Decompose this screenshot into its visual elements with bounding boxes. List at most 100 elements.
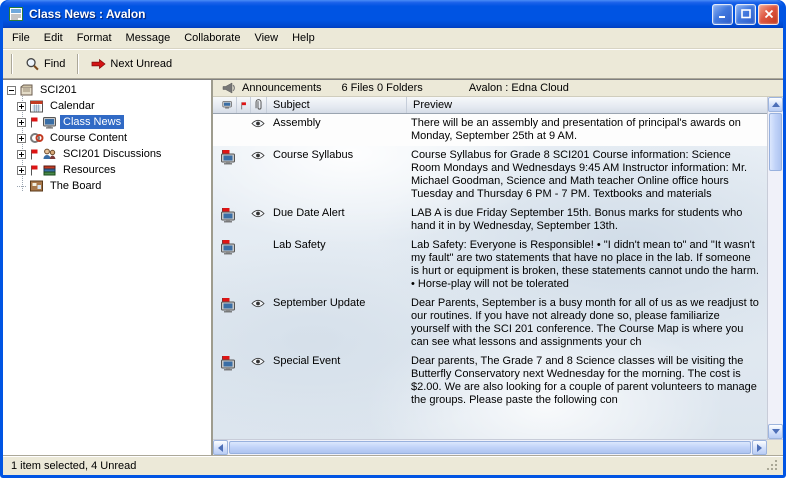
container-icon [19, 83, 34, 97]
unread-flag-icon [29, 148, 39, 160]
message-subject: Due Date Alert [267, 206, 407, 219]
app-window: Class News : Avalon File Edit Format Mes… [0, 0, 786, 478]
column-flag[interactable] [237, 97, 251, 113]
expand-icon[interactable] [17, 166, 26, 175]
column-subject[interactable]: Subject [267, 97, 407, 113]
message-row-lab-safety[interactable]: Lab Safety Lab Safety: Everyone is Respo… [213, 236, 767, 294]
message-row-course-syllabus[interactable]: Course Syllabus Course Syllabus for Grad… [213, 146, 767, 204]
message-preview: LAB A is due Friday September 15th. Bonu… [407, 206, 765, 233]
message-row-due-date-alert[interactable]: Due Date Alert LAB A is due Friday Septe… [213, 204, 767, 236]
tree-item-label: Class News [60, 115, 124, 129]
unread-message-icon [219, 238, 251, 255]
resize-grip[interactable] [766, 459, 779, 472]
eye-icon [251, 148, 267, 160]
toolbar-separator [11, 54, 13, 74]
message-icon-empty [219, 116, 251, 117]
horizontal-scroll-thumb[interactable] [229, 441, 751, 454]
menu-format[interactable]: Format [70, 29, 119, 47]
content-panel: Announcements 6 Files 0 Folders Avalon :… [213, 80, 783, 455]
scrollbar-corner [767, 440, 783, 455]
tree-item-calendar[interactable]: Calendar [3, 98, 211, 114]
location-path: Avalon : Edna Cloud [469, 82, 569, 94]
maximize-button[interactable] [735, 4, 756, 25]
menu-message[interactable]: Message [119, 29, 178, 47]
item-type-icon [222, 100, 233, 110]
column-attachment[interactable] [251, 97, 267, 113]
close-button[interactable] [758, 4, 779, 25]
unread-flag-icon [29, 116, 39, 128]
menubar: File Edit Format Message Collaborate Vie… [3, 28, 783, 49]
horizontal-scroll-track[interactable] [228, 440, 752, 455]
vertical-scrollbar[interactable] [767, 97, 783, 439]
message-preview: Dear Parents, September is a busy month … [407, 296, 765, 349]
expand-icon[interactable] [17, 150, 26, 159]
item-counts: 6 Files 0 Folders [342, 82, 423, 94]
tree-item-resources[interactable]: Resources [3, 162, 211, 178]
tree-item-sci201-discussions[interactable]: SCI201 Discussions [3, 146, 211, 162]
message-preview: Lab Safety: Everyone is Responsible! • "… [407, 238, 765, 291]
tree-item-label: SCI201 [37, 83, 80, 97]
tree-item-label: Course Content [47, 131, 130, 145]
titlebar[interactable]: Class News : Avalon [3, 0, 783, 28]
tree-item-class-news[interactable]: Class News [3, 114, 211, 130]
expand-icon[interactable] [17, 134, 26, 143]
message-row-assembly[interactable]: Assembly There will be an assembly and p… [213, 114, 767, 146]
menu-view[interactable]: View [247, 29, 285, 47]
unread-message-icon [219, 354, 251, 371]
next-unread-button[interactable]: Next Unread [83, 54, 180, 74]
menu-edit[interactable]: Edit [37, 29, 70, 47]
tree-item-label: Calendar [47, 99, 98, 113]
scroll-right-button[interactable] [752, 440, 767, 455]
megaphone-icon [222, 82, 236, 94]
status-text: 1 item selected, 4 Unread [11, 460, 766, 472]
horizontal-scrollbar[interactable] [213, 439, 783, 455]
scroll-down-button[interactable] [768, 424, 783, 439]
message-subject: Course Syllabus [267, 148, 407, 161]
unread-message-icon [219, 148, 251, 165]
message-subject: Special Event [267, 354, 407, 367]
message-row-september-update[interactable]: September Update Dear Parents, September… [213, 294, 767, 352]
column-item-icon[interactable] [219, 97, 237, 113]
paperclip-icon [254, 99, 262, 111]
view-mode-label: Announcements [242, 82, 322, 94]
message-preview: Course Syllabus for Grade 8 SCI201 Cours… [407, 148, 765, 201]
scroll-left-button[interactable] [213, 440, 228, 455]
eye-icon-empty [251, 238, 267, 241]
menu-collaborate[interactable]: Collaborate [177, 29, 247, 47]
menu-help[interactable]: Help [285, 29, 322, 47]
eye-icon [251, 296, 267, 308]
minimize-button[interactable] [712, 4, 733, 25]
tree-item-label: SCI201 Discussions [60, 147, 164, 161]
message-subject: September Update [267, 296, 407, 309]
expand-icon[interactable] [17, 102, 26, 111]
tree-item-sci201[interactable]: SCI201 [3, 82, 211, 98]
next-unread-label: Next Unread [110, 58, 172, 70]
news-monitor-icon [42, 115, 57, 129]
tree-item-label: Resources [60, 163, 119, 177]
tree-connector [17, 186, 26, 187]
calendar-icon [29, 99, 44, 113]
tree-item-course-content[interactable]: Course Content [3, 130, 211, 146]
message-list: Assembly There will be an assembly and p… [213, 114, 767, 439]
scroll-up-button[interactable] [768, 97, 783, 112]
unread-flag-icon [29, 164, 39, 176]
column-headers: Subject Preview [213, 97, 767, 114]
unread-message-icon [219, 206, 251, 223]
message-subject: Assembly [267, 116, 407, 129]
find-label: Find [44, 58, 65, 70]
vertical-scroll-thumb[interactable] [769, 113, 782, 171]
tree-item-the-board[interactable]: The Board [3, 178, 211, 194]
tree-item-label: The Board [47, 179, 104, 193]
collapse-icon[interactable] [7, 86, 16, 95]
column-preview[interactable]: Preview [407, 97, 767, 113]
eye-icon [251, 206, 267, 218]
message-preview: There will be an assembly and presentati… [407, 116, 765, 143]
find-button[interactable]: Find [17, 53, 73, 76]
expand-icon[interactable] [17, 118, 26, 127]
unread-message-icon [219, 296, 251, 313]
course-content-icon [29, 131, 44, 145]
window-title: Class News : Avalon [29, 7, 712, 21]
magnifier-icon [25, 57, 40, 72]
message-row-special-event[interactable]: Special Event Dear parents, The Grade 7 … [213, 352, 767, 410]
menu-file[interactable]: File [5, 29, 37, 47]
